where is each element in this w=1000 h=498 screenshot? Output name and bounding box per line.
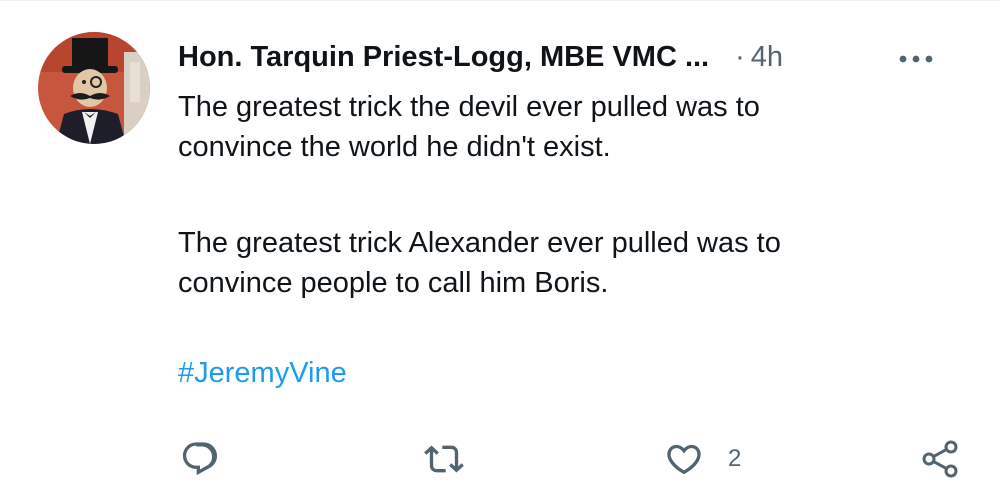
more-options-icon — [899, 55, 933, 63]
hashtag-link[interactable]: #JeremyVine — [178, 357, 347, 389]
separator-dot: · — [735, 40, 745, 73]
tweet-card[interactable]: Hon. Tarquin Priest-Logg, MBE VMC ... · … — [0, 0, 1000, 498]
author-name[interactable]: Hon. Tarquin Priest-Logg, MBE VMC ... — [178, 37, 709, 77]
retweet-icon — [424, 445, 464, 473]
avatar[interactable] — [38, 32, 150, 144]
tweet-actions: 2 — [0, 439, 1000, 479]
tweet-text-line: convince people to call him Boris. — [178, 267, 609, 299]
like-button[interactable]: 2 — [664, 439, 741, 479]
heart-icon — [667, 444, 701, 475]
retweet-button[interactable] — [424, 439, 464, 479]
reply-button[interactable] — [180, 439, 220, 479]
like-count: 2 — [728, 445, 742, 472]
timestamp[interactable]: 4h — [751, 41, 783, 74]
avatar-image — [38, 32, 150, 144]
tweet-text-line: The greatest trick the devil ever pulled… — [178, 91, 760, 123]
reply-icon — [182, 442, 218, 476]
tweet-body: The greatest trick the devil ever pulled… — [178, 87, 960, 393]
tweet-text-line: The greatest trick Alexander ever pulled… — [178, 227, 781, 259]
share-icon — [922, 440, 958, 478]
tweet-header: Hon. Tarquin Priest-Logg, MBE VMC ... · … — [178, 37, 970, 77]
tweet-text-line: convince the world he didn't exist. — [178, 131, 611, 163]
share-button[interactable] — [920, 439, 960, 479]
more-options-button[interactable] — [896, 43, 936, 75]
